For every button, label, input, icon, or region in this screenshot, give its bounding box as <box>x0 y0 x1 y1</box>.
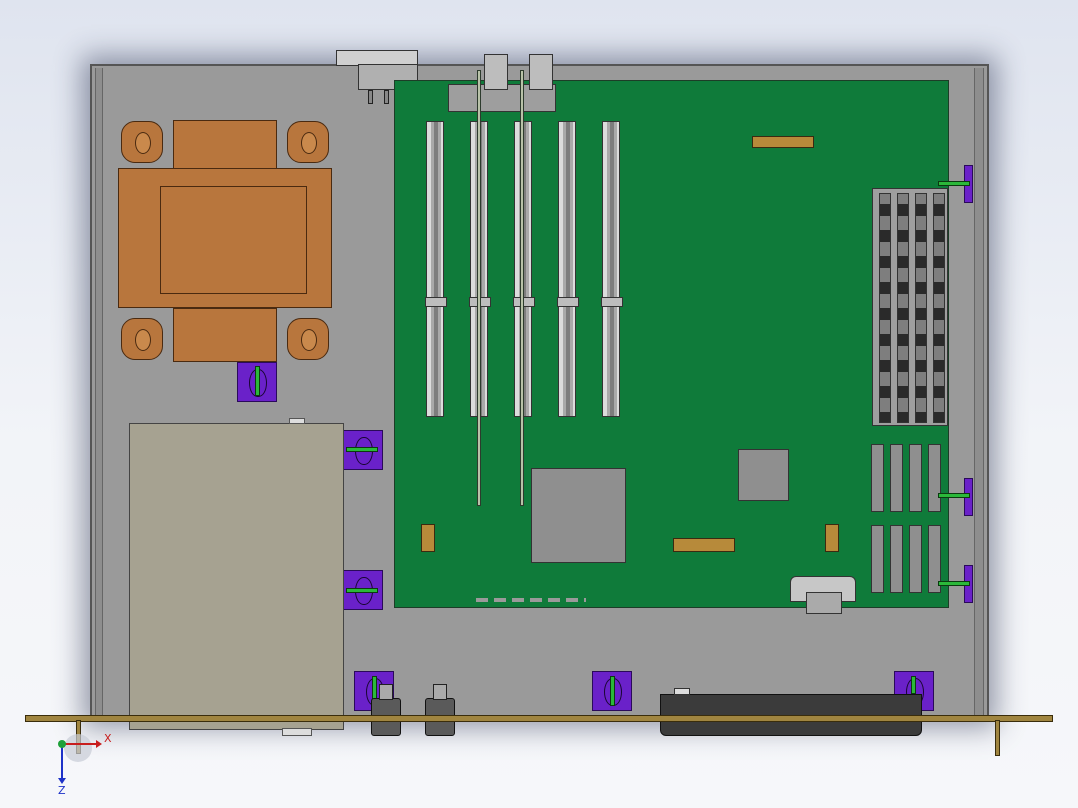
chipset <box>738 449 789 501</box>
connector-pin <box>368 90 373 104</box>
small-slot <box>909 525 922 593</box>
riser-rod <box>477 70 481 506</box>
triad-shadow <box>64 734 92 762</box>
psu-tab <box>289 418 305 424</box>
memory-module <box>879 193 891 423</box>
board-header-right <box>825 524 839 552</box>
memory-module <box>897 193 909 423</box>
board-header-bottom <box>673 538 735 552</box>
transformer-bobbin-bottom <box>173 308 277 362</box>
transformer-bobbin-top <box>173 120 277 170</box>
coordinate-triad: X Z <box>58 732 112 797</box>
x-axis-head <box>96 740 102 748</box>
expansion-slot <box>557 121 579 417</box>
connector-pin <box>384 90 389 104</box>
transformer-mount-ear <box>287 121 329 163</box>
connector-latch <box>674 688 690 695</box>
z-axis-label: Z <box>58 784 66 797</box>
io-port-left <box>484 54 508 90</box>
small-slot <box>871 525 884 593</box>
cpu-chip <box>531 468 626 563</box>
transformer-mount-ear <box>121 318 163 360</box>
standoff-screw <box>346 447 378 452</box>
bnc-post <box>433 684 447 700</box>
riser-rod <box>520 70 524 506</box>
standoff-screw <box>255 366 260 396</box>
transformer-mount-ear <box>287 318 329 360</box>
small-slot <box>871 444 884 512</box>
small-slot <box>890 444 903 512</box>
y-axis-dot <box>58 740 66 748</box>
jumper-row <box>476 598 586 602</box>
chassis-right-rail <box>974 68 984 716</box>
transformer-core <box>160 186 307 294</box>
expansion-slot <box>601 121 623 417</box>
chassis-left-rail <box>95 68 103 716</box>
power-supply-unit <box>129 423 344 730</box>
board-header-left <box>421 524 435 552</box>
serial-connector-body <box>806 592 842 614</box>
standoff-screw <box>938 181 970 186</box>
x-axis-label: X <box>104 732 112 745</box>
io-port-right <box>529 54 553 90</box>
standoff-screw <box>911 676 916 694</box>
expansion-slot <box>425 121 447 417</box>
memory-module <box>915 193 927 423</box>
bnc-post <box>379 684 393 700</box>
psu-tab <box>282 728 312 736</box>
small-slot <box>909 444 922 512</box>
standoff-screw <box>938 581 970 586</box>
memory-module <box>933 193 945 423</box>
front-panel-post <box>995 720 1000 756</box>
front-panel-edge <box>25 715 1053 722</box>
board-header-top <box>752 136 814 148</box>
small-slot <box>890 525 903 593</box>
transformer-mount-ear <box>121 121 163 163</box>
standoff-screw <box>938 493 970 498</box>
small-slot <box>928 444 941 512</box>
memory-bank <box>872 188 948 426</box>
standoff-screw <box>346 588 378 593</box>
standoff-screw <box>610 676 615 706</box>
